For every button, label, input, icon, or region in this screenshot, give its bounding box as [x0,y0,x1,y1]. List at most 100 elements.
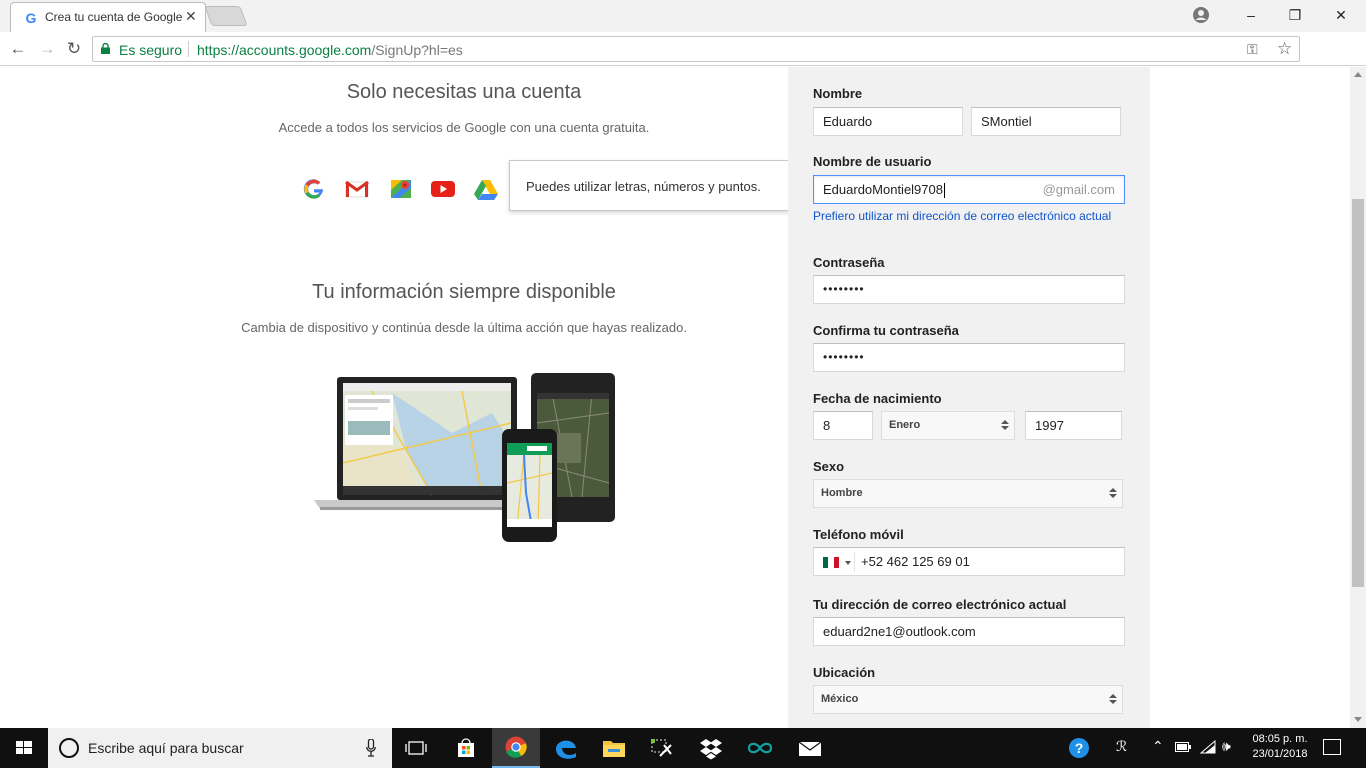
url-path: /SignUp?hl=es [371,42,463,58]
birth-day-input[interactable]: 8 [813,411,873,440]
address-bar[interactable]: Es seguro https://accounts.google.com/Si… [92,36,1300,62]
first-name-input[interactable]: Eduardo [813,107,963,136]
phone-input[interactable]: +52 462 125 69 01 [813,547,1125,576]
maps-icon [391,180,411,198]
drive-icon [474,180,498,200]
url-text[interactable]: https://accounts.google.com/SignUp?hl=es [197,42,463,58]
location-value: México [821,693,859,705]
username-value: EduardoMontiel9708 [823,182,943,197]
microphone-icon[interactable] [366,739,376,757]
gmail-suffix: @gmail.com [1042,182,1115,197]
clock-date: 23/01/2018 [1252,748,1308,760]
browser-toolbar: ← → ↻ Es seguro https://accounts.google.… [0,32,1366,88]
location-label: Ubicación [813,665,876,680]
help-icon[interactable]: ? [1068,737,1090,759]
gender-label: Sexo [813,459,845,474]
battery-icon[interactable] [1175,742,1191,752]
arduino-icon[interactable] [736,728,784,768]
subtext-one-account: Accede a todos los servicios de Google c… [278,120,650,135]
location-select[interactable]: México [813,685,1123,714]
phone-value: +52 462 125 69 01 [861,554,970,569]
confirm-password-input[interactable]: •••••••• [813,343,1125,372]
password-input[interactable]: •••••••• [813,275,1125,304]
username-hint-tooltip: Puedes utilizar letras, números y puntos… [509,160,807,211]
key-icon[interactable]: ⚿ [1247,41,1258,58]
windows-taskbar: Escribe aquí para buscar ? ℛ ⌃ 🕪 08:05 p… [0,728,1366,768]
tab-title: Crea tu cuenta de Google [45,10,183,24]
select-arrows-icon [1001,420,1009,432]
gender-select[interactable]: Hombre [813,479,1123,508]
youtube-icon [431,181,455,197]
name-label: Nombre [813,86,863,101]
cortana-icon [59,738,79,758]
people-icon[interactable]: ℛ [1116,738,1127,755]
taskbar-clock[interactable]: 08:05 p. m. 23/01/2018 [1240,732,1320,762]
task-view-icon[interactable] [392,728,440,768]
use-current-email-link[interactable]: Prefiero utilizar mi dirección de correo… [813,210,1113,223]
reload-icon[interactable]: ↻ [63,38,85,60]
edge-icon[interactable] [542,728,590,768]
show-hidden-icons-chevron-icon[interactable]: ⌃ [1152,738,1164,755]
scrollbar-thumb[interactable] [1352,199,1364,587]
text-caret [943,183,945,199]
restore-button[interactable]: ❐ [1272,4,1318,26]
dropbox-icon[interactable] [687,728,735,768]
bookmark-star-icon[interactable]: ☆ [1277,39,1292,59]
tab-close-icon[interactable]: ✕ [185,8,197,25]
current-email-label: Tu dirección de correo electrónico actua… [813,597,1067,612]
wifi-icon[interactable] [1200,740,1216,754]
birthdate-label: Fecha de nacimiento [813,391,942,406]
search-placeholder: Escribe aquí para buscar [88,740,244,756]
page-content: Solo necesitas una cuenta Accede a todos… [0,67,1350,728]
signup-form-panel: Nombre Eduardo SMontiel Nombre de usuari… [788,67,1150,728]
mail-icon[interactable] [786,728,834,768]
page-scrollbar[interactable] [1350,67,1366,728]
phone-divider [854,552,855,572]
mexico-flag-icon[interactable] [823,557,839,568]
tab-strip: G Crea tu cuenta de Google ✕ – ❐ ✕ [0,0,1366,32]
file-explorer-icon[interactable] [590,728,638,768]
back-arrow-icon[interactable]: ← [7,38,29,60]
forward-arrow-icon[interactable]: → [36,38,58,60]
subtext-info-available: Cambia de dispositivo y continúa desde l… [241,320,687,335]
new-tab-button[interactable] [204,6,248,26]
username-input[interactable]: EduardoMontiel9708 @gmail.com [813,175,1125,204]
devices-illustration [314,373,615,542]
birth-month-value: Enero [889,419,921,431]
minimize-button[interactable]: – [1228,4,1274,26]
confirm-password-label: Confirma tu contraseña [813,323,959,338]
tooltip-text: Puedes utilizar letras, números y puntos… [526,179,761,194]
profile-icon[interactable] [1192,6,1210,24]
country-dropdown-caret-icon[interactable] [845,561,851,565]
last-name-input[interactable]: SMontiel [971,107,1121,136]
google-icon [303,179,323,199]
svg-text:?: ? [1075,740,1084,756]
gmail-icon [345,180,369,198]
action-center-icon[interactable] [1323,739,1341,755]
heading-one-account: Solo necesitas una cuenta [346,81,582,103]
taskbar-search-box[interactable]: Escribe aquí para buscar [48,728,392,768]
windows-start-icon[interactable] [0,728,48,768]
omnibox-divider [188,41,189,57]
scroll-up-arrow-icon[interactable] [1354,72,1362,77]
google-favicon-icon: G [25,10,37,26]
password-label: Contraseña [813,255,885,270]
birth-month-select[interactable]: Enero [881,411,1015,440]
store-icon[interactable] [442,728,490,768]
volume-icon[interactable]: 🕪 [1222,738,1231,755]
chrome-icon[interactable] [492,728,540,768]
select-arrows-icon [1109,488,1117,500]
active-tab[interactable]: G Crea tu cuenta de Google ✕ [10,2,206,32]
select-arrows-icon [1109,694,1117,706]
lock-icon [101,43,110,54]
username-label: Nombre de usuario [813,154,932,169]
url-host: https://accounts.google.com [197,42,372,58]
heading-info-available: Tu información siempre disponible [312,281,616,303]
current-email-input[interactable]: eduard2ne1@outlook.com [813,617,1125,646]
close-window-button[interactable]: ✕ [1318,4,1364,26]
tools-icon[interactable] [638,728,686,768]
birth-year-input[interactable]: 1997 [1025,411,1122,440]
phone-label: Teléfono móvil [813,527,904,542]
gender-value: Hombre [821,487,863,499]
scroll-down-arrow-icon[interactable] [1354,717,1362,722]
